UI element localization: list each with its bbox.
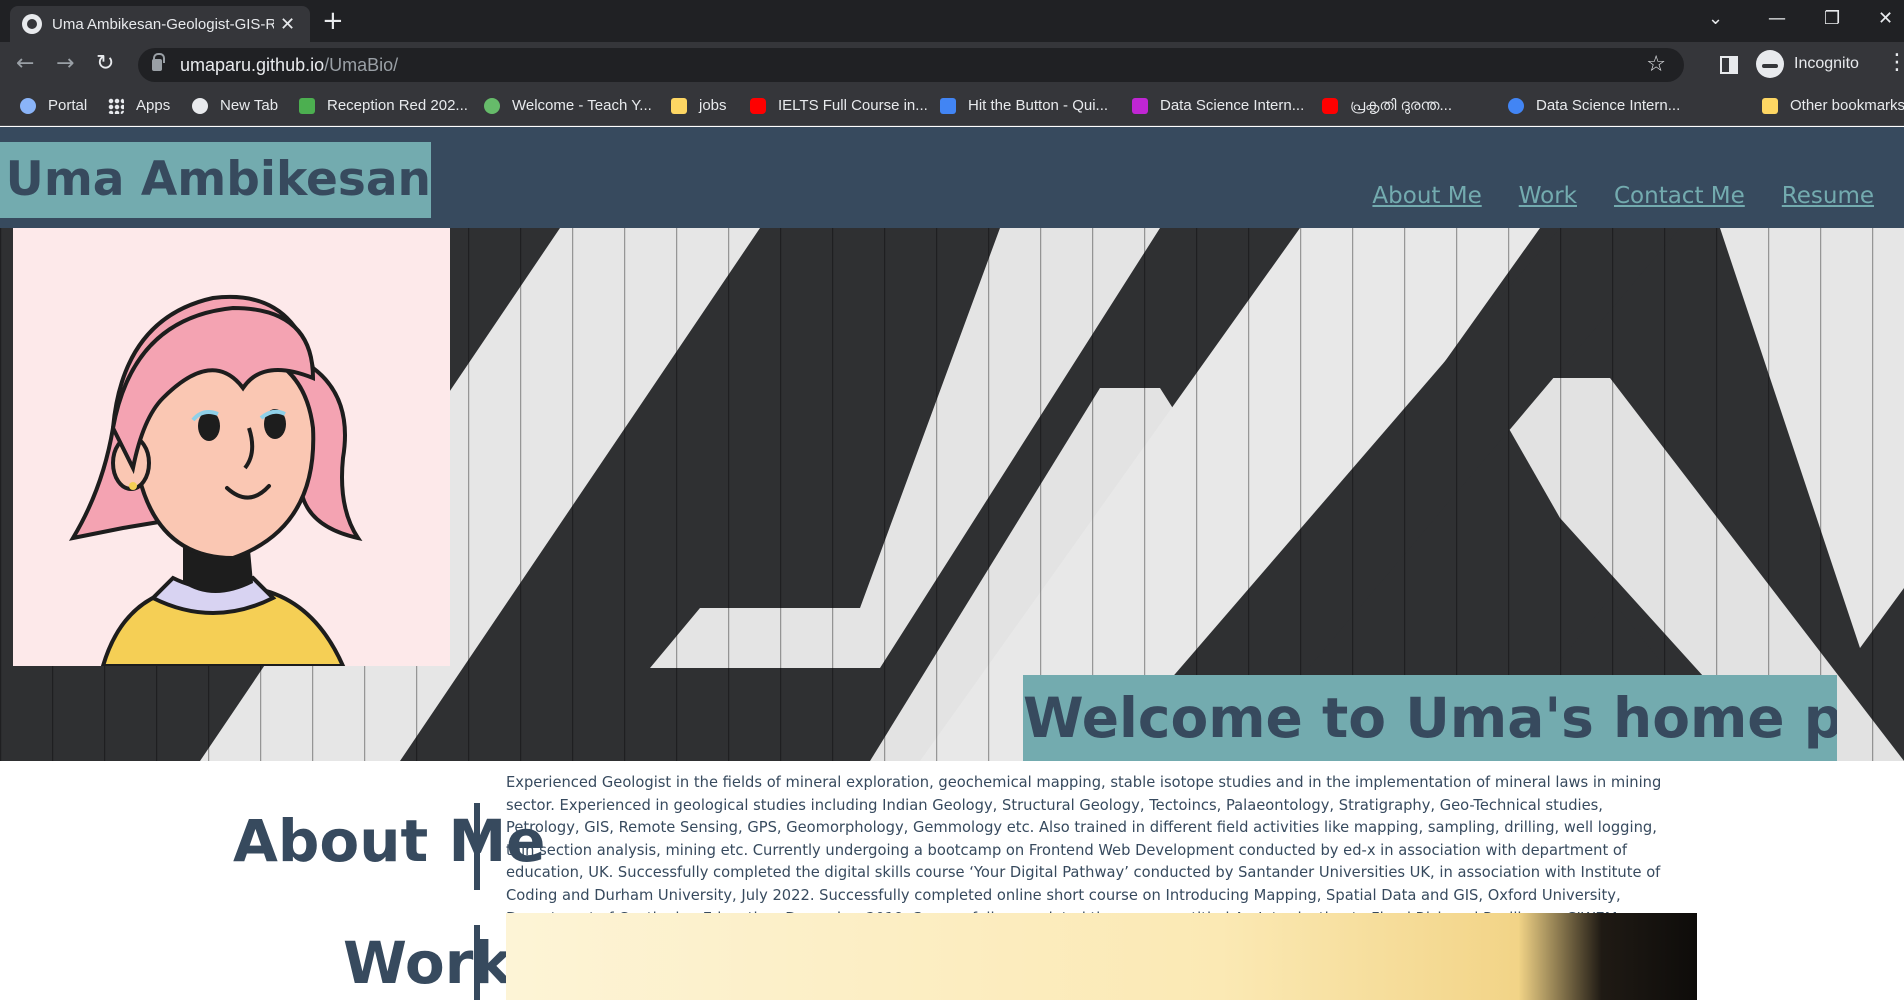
profile-label: Incognito: [1794, 55, 1859, 72]
page-icon: [299, 97, 315, 114]
browser-toolbar: ← → ↻ umaparu.github.io/UmaBio/ ☆ Incogn…: [0, 42, 1904, 88]
globe-icon: [22, 14, 42, 34]
kebab-menu-icon[interactable]: ⋮: [1886, 50, 1904, 75]
site-header: Uma Ambikesan About Me Work Contact Me R…: [0, 127, 1904, 228]
section-divider: [474, 803, 480, 890]
side-panel-icon[interactable]: [1720, 56, 1738, 74]
avatar: [13, 228, 450, 666]
bookmark-new-tab[interactable]: New Tab: [192, 97, 278, 114]
address-bar[interactable]: umaparu.github.io/UmaBio/ ☆: [138, 48, 1684, 82]
globe-icon: [192, 97, 208, 114]
incognito-icon: [1756, 50, 1784, 78]
nav-contact-me[interactable]: Contact Me: [1614, 183, 1745, 209]
tab-search-icon[interactable]: ⌄: [1708, 8, 1723, 29]
bookmark-malayalam[interactable]: പ്രകൃതി ദുരന്ത...: [1322, 97, 1452, 114]
bookmarks-bar: Portal Apps New Tab Reception Red 202...…: [0, 88, 1904, 126]
apps-grid-icon: [108, 97, 124, 114]
school-icon: [484, 97, 500, 114]
check-icon: [940, 97, 956, 114]
youtube-icon: [1322, 97, 1338, 114]
person-icon: [1508, 97, 1524, 114]
site-nav: About Me Work Contact Me Resume: [1372, 183, 1874, 209]
back-arrow-icon[interactable]: ←: [16, 52, 34, 76]
work-image: [506, 913, 1697, 1000]
browser-tab[interactable]: Uma Ambikesan-Geologist-GIS-R ✕: [10, 6, 310, 42]
nav-about-me[interactable]: About Me: [1372, 183, 1481, 209]
nav-work[interactable]: Work: [1519, 183, 1577, 209]
url-host: umaparu.github.io: [180, 54, 325, 75]
bookmark-reception[interactable]: Reception Red 202...: [299, 97, 468, 114]
close-icon[interactable]: ✕: [280, 14, 295, 35]
web-page: Uma Ambikesan About Me Work Contact Me R…: [0, 127, 1904, 1000]
new-tab-button[interactable]: +: [322, 8, 344, 34]
nav-resume[interactable]: Resume: [1782, 183, 1874, 209]
bookmark-jobs[interactable]: jobs: [671, 97, 727, 114]
browser-tab-strip: Uma Ambikesan-Geologist-GIS-R ✕ + ⌄ — ❐ …: [0, 0, 1904, 42]
close-window-icon[interactable]: ✕: [1878, 8, 1893, 29]
restore-icon[interactable]: ❐: [1824, 8, 1840, 29]
lock-icon[interactable]: [152, 53, 165, 71]
bookmark-hit-the-button[interactable]: Hit the Button - Qui...: [940, 97, 1108, 114]
section-divider: [474, 925, 480, 1000]
welcome-banner: Welcome to Uma's home page: [1023, 675, 1837, 761]
folder-icon: [671, 97, 687, 114]
about-me-heading: About Me: [233, 807, 546, 875]
bookmark-portal[interactable]: Portal: [20, 97, 87, 114]
youtube-icon: [750, 97, 766, 114]
bookmark-other[interactable]: Other bookmarks: [1762, 97, 1904, 114]
forward-arrow-icon[interactable]: →: [56, 52, 74, 76]
profile-button[interactable]: Incognito: [1756, 50, 1859, 78]
minimize-icon[interactable]: —: [1768, 8, 1786, 29]
work-heading: Work: [343, 929, 512, 997]
bookmark-apps[interactable]: Apps: [108, 97, 170, 114]
avatar-illustration: [13, 228, 450, 666]
bookmark-star-icon[interactable]: ☆: [1646, 52, 1666, 77]
bookmark-data-science-1[interactable]: Data Science Intern...: [1132, 97, 1304, 114]
bookmark-ielts[interactable]: IELTS Full Course in...: [750, 97, 928, 114]
logo-icon: [1132, 97, 1148, 114]
bookmark-teach[interactable]: Welcome - Teach Y...: [484, 97, 652, 114]
folder-icon: [1762, 97, 1778, 114]
site-title: Uma Ambikesan: [0, 142, 431, 218]
tab-title: Uma Ambikesan-Geologist-GIS-R: [52, 15, 274, 33]
bookmark-data-science-2[interactable]: Data Science Intern...: [1508, 97, 1680, 114]
reload-icon[interactable]: ↻: [96, 52, 114, 76]
url-path: /UmaBio/: [324, 54, 399, 75]
portal-icon: [20, 97, 36, 114]
